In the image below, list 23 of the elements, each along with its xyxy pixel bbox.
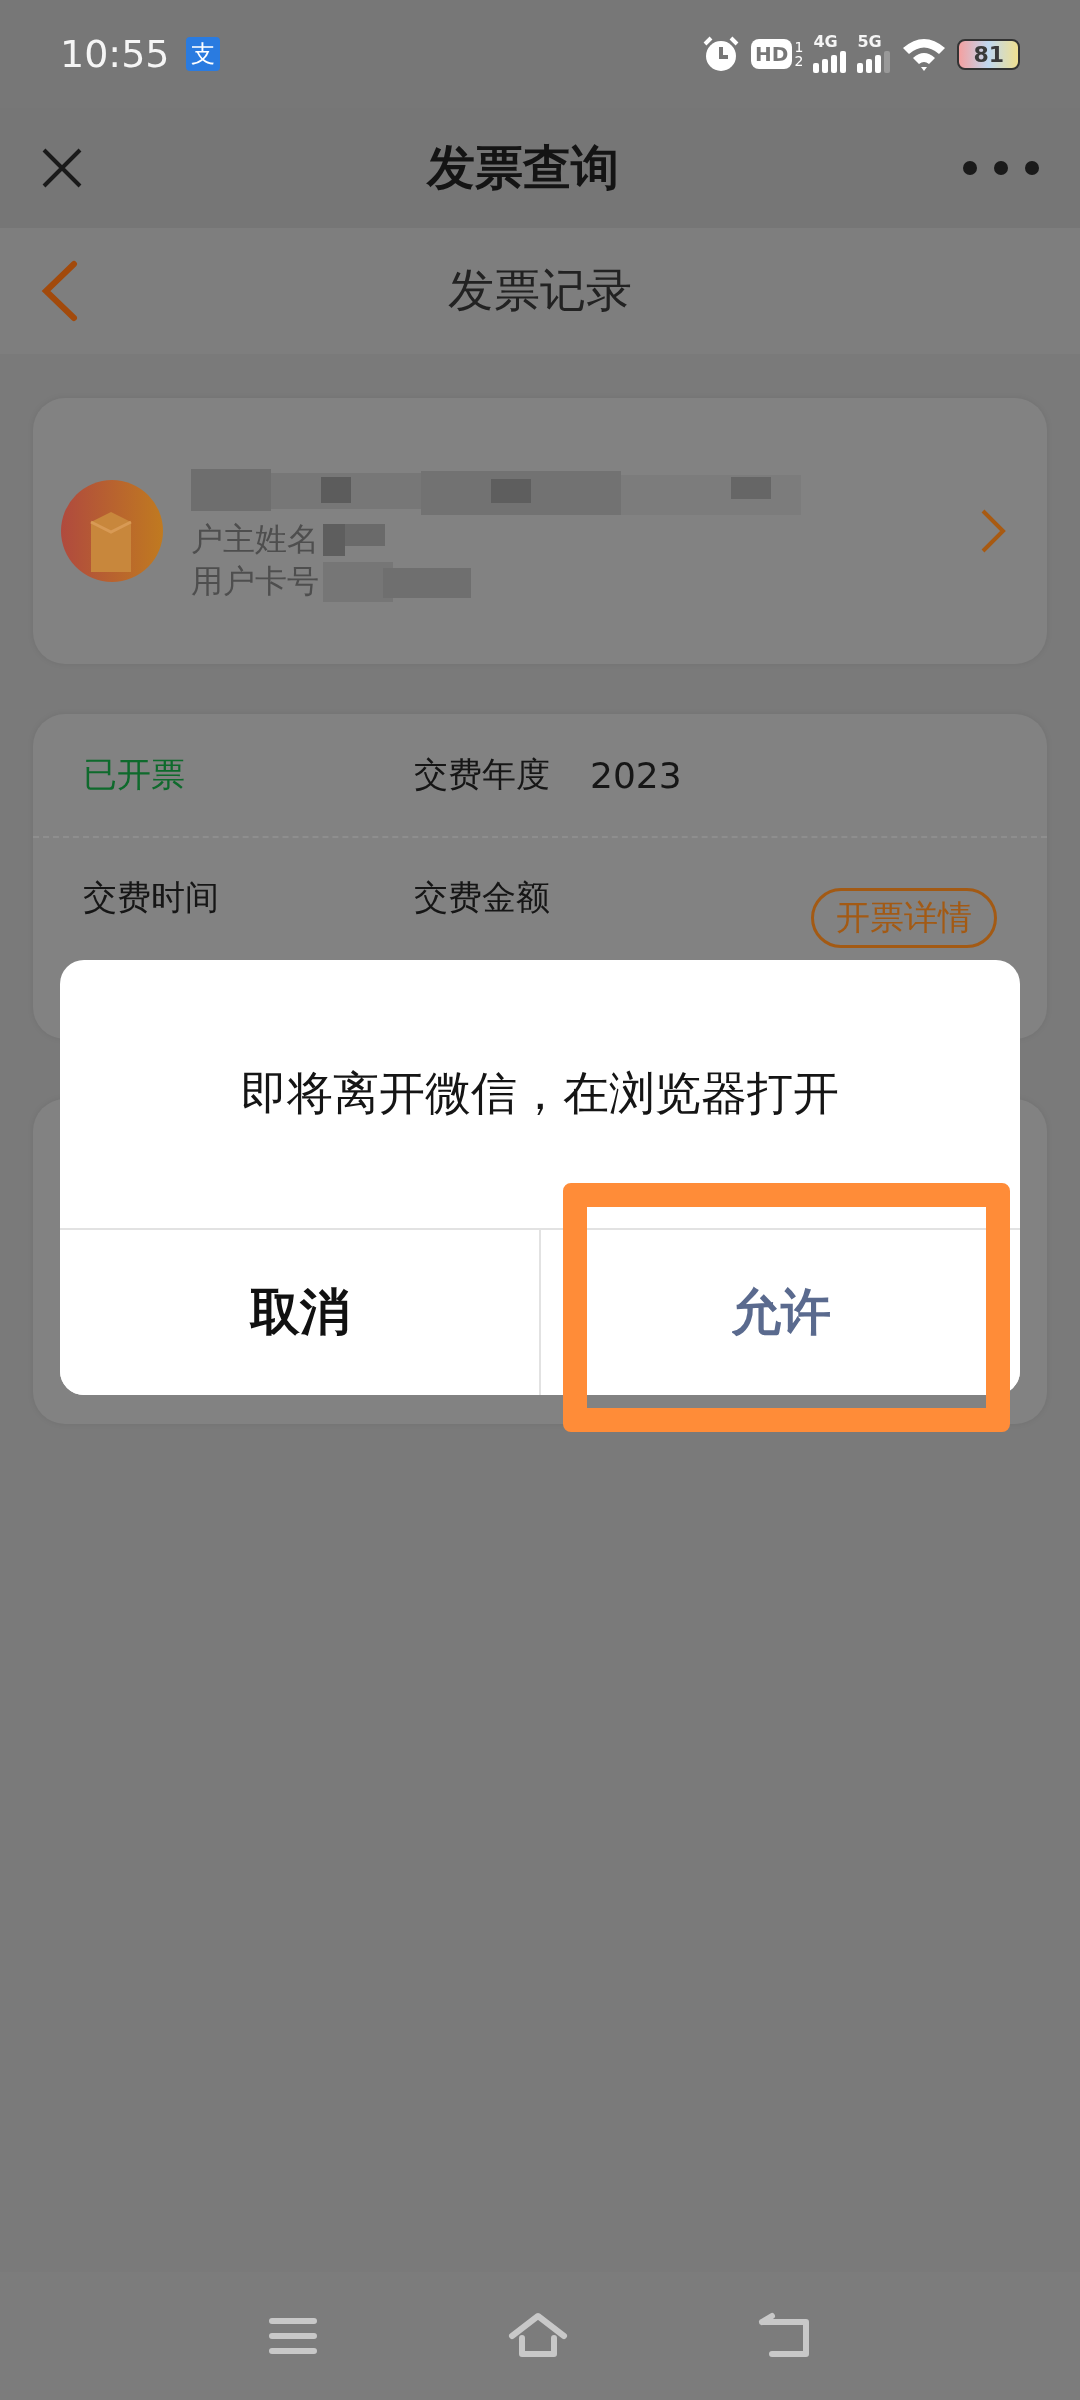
- payment-time-label: 交费时间: [83, 876, 220, 919]
- app-notification-icon: 支: [185, 37, 220, 71]
- back-icon[interactable]: [758, 2312, 812, 2360]
- invoice-status: 已开票: [83, 753, 186, 796]
- signal-5g-indicator: 5G: [857, 35, 892, 73]
- back-icon[interactable]: [40, 260, 80, 322]
- avatar-icon: [61, 480, 163, 582]
- payment-year-value: 2023: [590, 754, 682, 796]
- chevron-right-icon: [979, 507, 1007, 555]
- cancel-button[interactable]: 取消: [60, 1230, 541, 1395]
- payment-amount-label: 交费金额: [414, 876, 550, 919]
- signal-4g-indicator: 4G: [813, 35, 848, 73]
- close-icon[interactable]: [40, 146, 84, 190]
- page-title: 发票查询: [427, 138, 619, 197]
- more-icon[interactable]: [962, 160, 1040, 176]
- blurred-text: [323, 522, 387, 558]
- wifi-icon: [901, 36, 948, 72]
- home-icon[interactable]: [508, 2312, 568, 2360]
- menu-icon[interactable]: [268, 2316, 318, 2356]
- section-title: 发票记录: [448, 262, 632, 319]
- battery-indicator: 81: [957, 38, 1020, 70]
- status-time: 10:55: [60, 32, 170, 76]
- payment-year-label: 交费年度: [414, 753, 550, 796]
